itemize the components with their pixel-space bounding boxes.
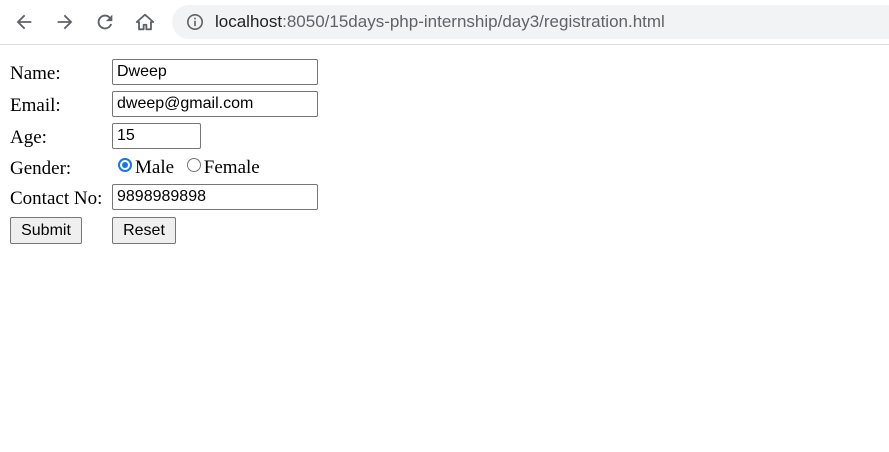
- home-button[interactable]: [133, 10, 157, 34]
- gender-radio-female[interactable]: [186, 158, 201, 172]
- arrow-right-icon: [57, 14, 73, 30]
- gender-option-female: Female: [203, 157, 260, 178]
- reload-icon: [97, 14, 113, 30]
- age-label: Age:: [10, 127, 47, 148]
- submit-button[interactable]: Submit: [10, 217, 82, 244]
- contact-label: Contact No:: [10, 188, 103, 209]
- reset-button[interactable]: Reset: [112, 217, 176, 244]
- gender-radio-male[interactable]: [118, 158, 132, 172]
- back-button[interactable]: [12, 10, 36, 34]
- home-icon: [135, 13, 155, 31]
- address-bar[interactable]: localhost:8050/15days-php-internship/day…: [172, 5, 889, 39]
- gender-label: Gender:: [10, 158, 72, 179]
- contact-input[interactable]: [112, 184, 318, 210]
- email-input[interactable]: [112, 91, 318, 117]
- name-label: Name:: [10, 63, 61, 84]
- url-path: :8050/15days-php-internship/day3/registr…: [282, 12, 665, 31]
- email-label: Email:: [10, 95, 61, 116]
- arrow-left-icon: [16, 14, 32, 30]
- browser-toolbar: localhost:8050/15days-php-internship/day…: [0, 0, 889, 45]
- url-host: localhost: [215, 12, 283, 31]
- age-input[interactable]: [112, 123, 201, 149]
- info-icon[interactable]: [186, 13, 204, 31]
- name-input[interactable]: [112, 59, 318, 85]
- gender-option-male: Male: [135, 157, 175, 178]
- reload-button[interactable]: [93, 10, 117, 34]
- gender-radio-group: Male Female: [118, 157, 268, 179]
- url-text: localhost:8050/15days-php-internship/day…: [215, 12, 665, 32]
- forward-button[interactable]: [53, 10, 77, 34]
